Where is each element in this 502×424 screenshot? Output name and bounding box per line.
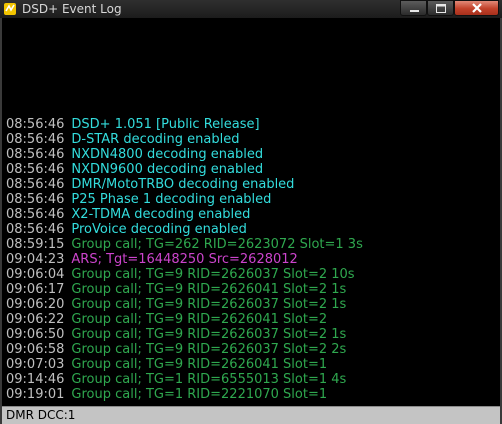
log-timestamp: 08:56:46 <box>6 207 65 222</box>
window-title: DSD+ Event Log <box>22 2 122 16</box>
log-entry: 09:06:20 Group call; TG=9 RID=2626037 Slo… <box>6 297 496 312</box>
log-message: Group call; TG=9 RID=2626037 Slot=2 2s <box>71 342 347 357</box>
log-entry: 08:56:46 D-STAR decoding enabled <box>6 132 496 147</box>
close-icon <box>472 3 482 13</box>
log-message: Group call; TG=9 RID=2626037 Slot=2 1s <box>71 297 347 312</box>
log-timestamp: 09:04:23 <box>6 252 65 267</box>
log-timestamp: 09:07:03 <box>6 357 65 372</box>
minimize-button[interactable] <box>400 0 427 16</box>
log-entry: 09:06:04 Group call; TG=9 RID=2626037 Slo… <box>6 267 496 282</box>
log-entry: 08:59:15 Group call; TG=262 RID=2623072 S… <box>6 237 496 252</box>
log-entry: 09:06:17 Group call; TG=9 RID=2626041 Slo… <box>6 282 496 297</box>
log-entry: 08:56:46 NXDN4800 decoding enabled <box>6 147 496 162</box>
log-entry: 09:06:22 Group call; TG=9 RID=2626041 Slo… <box>6 312 496 327</box>
log-message: ARS; Tgt=16448250 Src=2628012 <box>71 252 298 267</box>
log-timestamp: 09:06:17 <box>6 282 65 297</box>
log-message: DSD+ 1.051 [Public Release] <box>71 117 260 132</box>
log-entry: 09:06:58 Group call; TG=9 RID=2626037 Slo… <box>6 342 496 357</box>
log-timestamp: 08:56:46 <box>6 132 65 147</box>
log-timestamp: 09:06:22 <box>6 312 65 327</box>
log-timestamp: 09:06:20 <box>6 297 65 312</box>
log-message: Group call; TG=9 RID=2626037 Slot=2 1s <box>71 327 347 342</box>
log-message: DMR/MotoTRBO decoding enabled <box>71 177 295 192</box>
log-timestamp: 09:19:01 <box>6 387 65 402</box>
log-timestamp: 08:56:46 <box>6 147 65 162</box>
log-timestamp: 08:56:46 <box>6 162 65 177</box>
log-message: Group call; TG=9 RID=2626037 Slot=2 10s <box>71 267 355 282</box>
maximize-button[interactable] <box>427 0 454 16</box>
log-entry: 08:56:46 DSD+ 1.051 [Public Release] <box>6 117 496 132</box>
log-entry: 08:56:46 P25 Phase 1 decoding enabled <box>6 192 496 207</box>
log-entry: 08:56:46 X2-TDMA decoding enabled <box>6 207 496 222</box>
title-bar[interactable]: DSD+ Event Log <box>0 0 502 18</box>
log-timestamp: 08:56:46 <box>6 117 65 132</box>
log-message: NXDN9600 decoding enabled <box>71 162 264 177</box>
log-timestamp: 08:59:15 <box>6 237 65 252</box>
event-log-pane[interactable]: 08:56:46 DSD+ 1.051 [Public Release] 08:56… <box>2 18 500 406</box>
log-timestamp: 08:56:46 <box>6 177 65 192</box>
log-entry: 08:56:46 DMR/MotoTRBO decoding enabled <box>6 177 496 192</box>
log-message: Group call; TG=262 RID=2623072 Slot=1 3s <box>71 237 363 252</box>
log-entry: 08:56:46 NXDN9600 decoding enabled <box>6 162 496 177</box>
log-entry: 08:56:46 ProVoice decoding enabled <box>6 222 496 237</box>
log-timestamp: 09:06:04 <box>6 267 65 282</box>
log-message: X2-TDMA decoding enabled <box>71 207 251 222</box>
log-entry: 09:14:46 Group call; TG=1 RID=6555013 Slo… <box>6 372 496 387</box>
dsd-app-icon <box>4 3 16 15</box>
log-timestamp: 08:56:46 <box>6 192 65 207</box>
log-message: Group call; TG=9 RID=2626041 Slot=2 <box>71 312 328 327</box>
event-log-list: 08:56:46 DSD+ 1.051 [Public Release] 08:56… <box>6 117 496 402</box>
log-timestamp: 09:06:58 <box>6 342 65 357</box>
log-message: Group call; TG=9 RID=2626041 Slot=2 1s <box>71 282 347 297</box>
maximize-icon <box>436 4 446 13</box>
log-entry: 09:19:01 Group call; TG=1 RID=2221070 Slo… <box>6 387 496 402</box>
close-button[interactable] <box>454 0 499 16</box>
log-entry: 09:04:23 ARS; Tgt=16448250 Src=2628012 <box>6 252 496 267</box>
status-bar: DMR DCC:1 <box>2 406 500 424</box>
log-message: NXDN4800 decoding enabled <box>71 147 264 162</box>
log-entry: 09:07:03 Group call; TG=9 RID=2626041 Slo… <box>6 357 496 372</box>
log-timestamp: 09:14:46 <box>6 372 65 387</box>
log-entry: 09:06:50 Group call; TG=9 RID=2626037 Slo… <box>6 327 496 342</box>
log-message: Group call; TG=1 RID=6555013 Slot=1 4s <box>71 372 347 387</box>
log-timestamp: 08:56:46 <box>6 222 65 237</box>
log-message: P25 Phase 1 decoding enabled <box>71 192 272 207</box>
log-message: D-STAR decoding enabled <box>71 132 240 147</box>
log-message: Group call; TG=9 RID=2626041 Slot=1 <box>71 357 328 372</box>
status-text: DMR DCC:1 <box>6 408 76 422</box>
log-timestamp: 09:06:50 <box>6 327 65 342</box>
minimize-icon <box>410 10 419 12</box>
log-message: ProVoice decoding enabled <box>71 222 247 237</box>
log-message: Group call; TG=1 RID=2221070 Slot=1 <box>71 387 328 402</box>
